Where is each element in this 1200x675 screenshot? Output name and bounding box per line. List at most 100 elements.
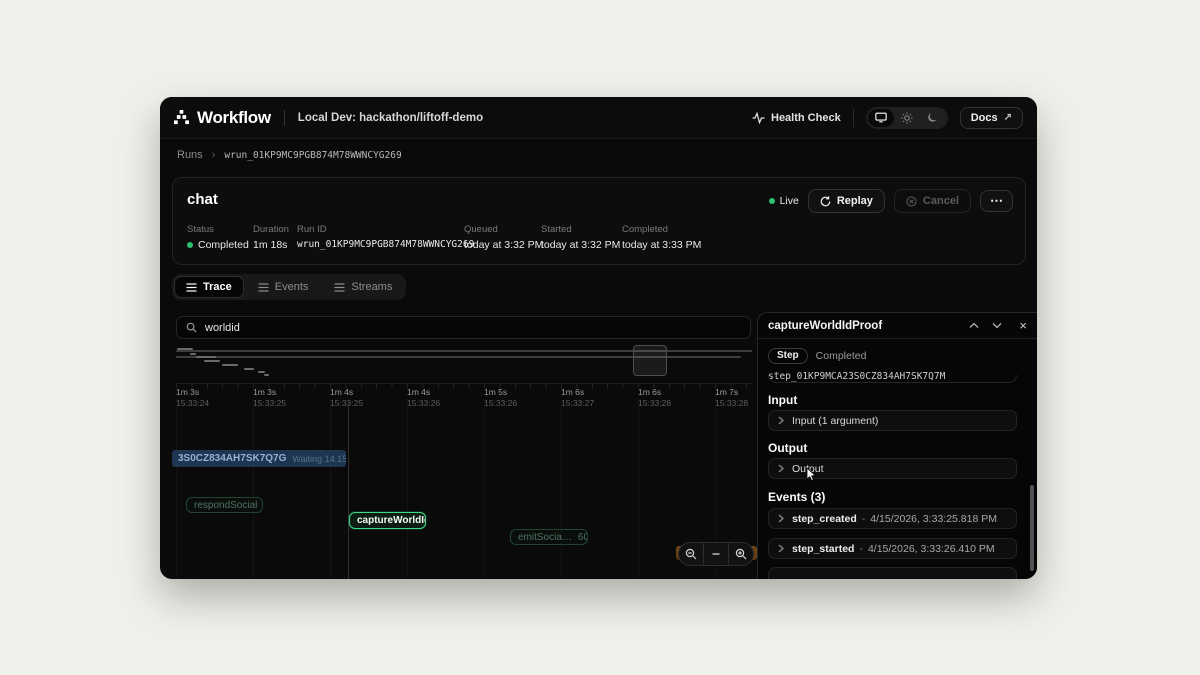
cancel-button[interactable]: Cancel xyxy=(893,189,971,213)
breadcrumb-run-id: wrun_01KP9MC9PGB874M78WWNCYG269 xyxy=(224,149,402,161)
cancel-circle-icon xyxy=(906,195,917,207)
event-timestamp: 4/15/2026, 3:33:25.818 PM xyxy=(870,512,997,525)
ellipsis-icon: ⋯ xyxy=(990,193,1003,208)
grid-line xyxy=(407,399,408,579)
tick-duration: 1m 3s xyxy=(253,387,277,397)
tick-duration: 1m 4s xyxy=(330,387,354,397)
collapsed-box-fragment[interactable] xyxy=(768,375,1017,383)
refresh-icon xyxy=(820,195,831,206)
run-summary-card: chat Live Replay Cancel ⋯ Status Complet… xyxy=(172,177,1026,265)
search-value: worldid xyxy=(205,321,240,334)
chevron-right-icon xyxy=(778,416,784,425)
trace-span-respondsocial[interactable]: respondSocial xyxy=(186,497,263,513)
trace-search-input[interactable]: worldid xyxy=(176,316,751,339)
tab-events[interactable]: Events xyxy=(246,276,321,298)
events-heading: Events (3) xyxy=(768,490,826,504)
zoom-in-button[interactable] xyxy=(729,543,753,565)
meta-label: Status xyxy=(187,224,214,235)
meta-value: today at 3:32 PM xyxy=(541,239,621,251)
minimap-viewport[interactable] xyxy=(633,345,667,376)
close-icon[interactable]: × xyxy=(1019,319,1027,332)
tab-label: Events xyxy=(274,281,309,293)
trace-span-sczahskqg[interactable]: 3S0CZ834AH7SK7Q7G Waiting 14.15s Running… xyxy=(172,450,346,467)
run-meta-item: Queued today at 3:32 PM xyxy=(464,224,543,251)
meta-label: Started xyxy=(541,224,572,235)
trace-span-emitsocia[interactable]: emitSocia… 603ms xyxy=(510,529,588,545)
zoom-in-icon xyxy=(735,548,747,560)
run-meta-item: Run ID wrun_01KP9MC9PGB874M78WWNCYG269 xyxy=(297,224,474,250)
tab-label: Trace xyxy=(203,281,232,293)
event-expander-step_started[interactable]: step_started - 4/15/2026, 3:33:26.410 PM xyxy=(768,538,1017,559)
zoom-reset-button[interactable] xyxy=(704,543,728,565)
tab-trace[interactable]: Trace xyxy=(174,276,244,298)
minimap-span-bar xyxy=(196,356,216,358)
trace-rows: 3S0CZ834AH7SK7Q7G Waiting 14.15s Running… xyxy=(160,399,757,579)
input-row-label: Input (1 argument) xyxy=(792,414,879,427)
list-icon xyxy=(258,282,269,292)
chevron-right-icon xyxy=(778,464,784,473)
health-check-label: Health Check xyxy=(771,111,841,124)
run-meta-item: Status Completed xyxy=(187,224,249,251)
meta-value: 1m 18s xyxy=(253,239,288,251)
meta-label: Duration xyxy=(253,224,289,235)
span-label: captureWorldIdP… xyxy=(357,515,425,526)
health-check-button[interactable]: Health Check xyxy=(752,111,841,124)
list-icon xyxy=(334,282,345,292)
run-meta-item: Started today at 3:32 PM xyxy=(541,224,620,251)
event-timestamp: 4/15/2026, 3:33:26.410 PM xyxy=(867,542,995,555)
output-expander[interactable]: Output xyxy=(768,458,1017,479)
event-row-fragment[interactable] xyxy=(768,567,1017,579)
docs-button[interactable]: Docs ↗ xyxy=(959,106,1023,129)
tick-duration: 1m 6s xyxy=(638,387,662,397)
meta-value: today at 3:33 PM xyxy=(622,239,702,251)
grid-line xyxy=(253,399,254,579)
theme-light-button[interactable] xyxy=(894,109,920,127)
tab-label: Streams xyxy=(351,281,393,293)
tab-streams[interactable]: Streams xyxy=(322,276,404,298)
panel-title: captureWorldIdProof xyxy=(768,319,883,332)
span-waiting-label: Waiting 14.15s xyxy=(292,453,346,464)
breadcrumb-runs-link[interactable]: Runs xyxy=(177,149,203,161)
minimap-span-bar xyxy=(222,364,238,366)
tick-duration: 1m 6s xyxy=(561,387,585,397)
zoom-out-button[interactable] xyxy=(679,543,703,565)
tick-duration: 1m 3s xyxy=(176,387,200,397)
more-actions-button[interactable]: ⋯ xyxy=(980,190,1013,212)
grid-line xyxy=(561,399,562,579)
input-heading: Input xyxy=(768,393,798,407)
minimap-span-bar xyxy=(204,360,220,362)
event-expander-step_created[interactable]: step_created - 4/15/2026, 3:33:25.818 PM xyxy=(768,508,1017,529)
view-tabs: Trace Events Streams xyxy=(172,274,407,300)
minimap-span-bar xyxy=(177,348,193,350)
breadcrumb: Runs › wrun_01KP9MC9PGB874M78WWNCYG269 xyxy=(177,149,402,161)
cancel-label: Cancel xyxy=(922,195,959,207)
live-dot-icon xyxy=(768,198,775,204)
app-logo[interactable]: Workflow xyxy=(174,108,271,128)
meta-label: Run ID xyxy=(297,224,327,235)
app-title: Workflow xyxy=(197,107,271,127)
run-meta-row: Status Completed Duration 1m 18s Run ID wrun_… xyxy=(173,224,1025,258)
minimap-span-bar xyxy=(190,353,196,355)
chevron-up-icon[interactable] xyxy=(969,322,979,329)
panel-scrollbar[interactable] xyxy=(1030,485,1034,571)
tick-duration: 1m 4s xyxy=(407,387,431,397)
search-icon xyxy=(186,322,197,333)
monitor-icon xyxy=(875,112,887,123)
input-expander[interactable]: Input (1 argument) xyxy=(768,410,1017,431)
event-dash: - xyxy=(861,512,866,525)
trace-minimap[interactable] xyxy=(176,345,753,382)
chevron-right-icon xyxy=(778,514,784,523)
list-icon xyxy=(186,282,197,292)
header-separator xyxy=(852,108,854,127)
chevron-right-icon xyxy=(778,544,784,553)
tick-duration: 1m 5s xyxy=(484,387,508,397)
trace-span-captureworldidp[interactable]: captureWorldIdP… xyxy=(349,512,426,529)
grid-line xyxy=(638,399,639,579)
theme-system-button[interactable] xyxy=(867,108,894,127)
selected-span-start-line xyxy=(348,399,349,579)
replay-button[interactable]: Replay xyxy=(807,189,885,213)
status-dot-icon xyxy=(187,242,193,248)
chevron-down-icon[interactable] xyxy=(992,322,1002,329)
theme-dark-button[interactable] xyxy=(920,109,946,127)
run-meta-item: Completed today at 3:33 PM xyxy=(622,224,701,251)
